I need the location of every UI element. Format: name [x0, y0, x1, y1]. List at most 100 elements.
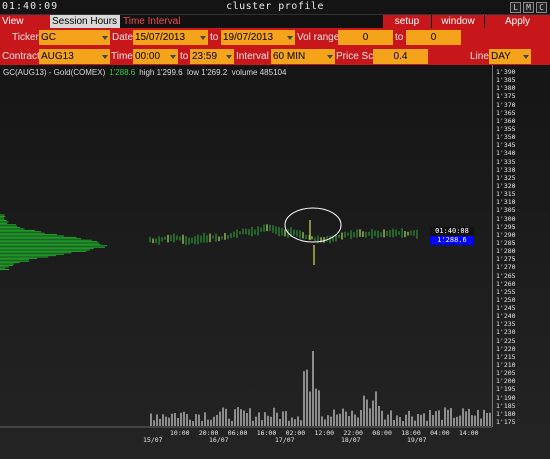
volume-bar — [423, 413, 425, 426]
line-select[interactable]: DAY — [489, 49, 531, 64]
price-tick: 1'225 — [496, 336, 516, 345]
volume-bar — [171, 413, 173, 426]
line-label: Line — [470, 51, 489, 62]
chart-area[interactable]: GC(AUG13) - Gold(COMEX) 1'288.6 high 1'299… — [0, 65, 550, 459]
volume-bar — [309, 391, 311, 426]
window-button-c[interactable]: C — [536, 2, 547, 13]
volume-bar — [459, 415, 461, 426]
price-tick: 1'310 — [496, 198, 516, 207]
price-tick: 1'305 — [496, 206, 516, 215]
volume-bar — [417, 414, 419, 426]
controls-row-2: Contract AUG13 Time 00:00 to 23:59 Inter… — [0, 47, 550, 66]
ticker-select[interactable]: GC — [39, 30, 110, 45]
volume-bar — [168, 417, 170, 426]
apply-button[interactable]: Apply — [485, 15, 550, 28]
volume-bar — [468, 408, 470, 426]
volume-bar — [444, 407, 446, 426]
price-tick: 1'325 — [496, 173, 516, 182]
date-to-select[interactable]: 19/07/2013 — [221, 30, 295, 45]
price-tick: 1'320 — [496, 181, 516, 190]
time-to-label: to — [180, 51, 189, 62]
price-tick: 1'265 — [496, 271, 516, 280]
ticker-value: GC — [41, 32, 56, 43]
price-tick: 1'195 — [496, 385, 516, 394]
time-from-select[interactable]: 00:00 — [133, 49, 178, 64]
vol-from-input[interactable]: 0 — [338, 30, 393, 45]
contract-select[interactable]: AUG13 — [39, 49, 110, 64]
time-tick: 12:00 — [314, 429, 335, 437]
volume-bar — [222, 407, 224, 426]
vol-to-input[interactable]: 0 — [406, 30, 461, 45]
volume-bar — [186, 414, 188, 426]
time-tick: 14:00 — [459, 429, 479, 437]
volume-bar — [228, 418, 230, 426]
price-tick: 1'290 — [496, 230, 516, 239]
volume-bar — [357, 417, 359, 426]
date-label: Date — [112, 32, 134, 43]
volume-bar — [213, 416, 215, 426]
setup-menu[interactable]: setup — [383, 15, 431, 28]
view-dom-menu[interactable]: View DOM — [0, 15, 50, 40]
chevron-down-icon — [226, 55, 232, 59]
price-tick: 1'350 — [496, 133, 516, 142]
volume-bar — [441, 419, 443, 426]
time-tick: 16:00 — [256, 429, 277, 437]
volume-bar — [201, 420, 203, 426]
tag-time: 01:40:08 — [430, 227, 474, 236]
volume-bar — [348, 415, 350, 426]
volume-bar — [207, 419, 209, 426]
volume-bar — [450, 407, 452, 426]
date-to-label: to — [210, 32, 219, 43]
volume-bar — [474, 415, 476, 426]
volume-bar — [483, 409, 485, 426]
price-tick: 1'240 — [496, 312, 516, 321]
volume-bar — [387, 414, 389, 426]
price-tick: 1'235 — [496, 320, 516, 329]
volume-profile — [0, 214, 108, 271]
volume-bar — [150, 413, 152, 426]
volume-bar — [219, 411, 221, 426]
volume-bar — [282, 411, 284, 426]
volume-bar — [318, 390, 320, 426]
volume-bar — [405, 414, 407, 426]
price-tick: 1'335 — [496, 157, 516, 166]
time-interval-menu[interactable]: Time Interval — [121, 15, 191, 28]
time-tick: 06:00 — [227, 429, 248, 437]
window-button-m[interactable]: M — [523, 2, 534, 13]
volume-bar — [255, 416, 257, 426]
date-from-select[interactable]: 15/07/2013 — [133, 30, 208, 45]
volume-bar — [240, 409, 242, 426]
volume-bar — [234, 409, 236, 426]
price-tick: 1'390 — [496, 68, 516, 76]
vol-to-label: to — [395, 32, 404, 43]
volume-bar — [351, 410, 353, 426]
controls-row-1: Ticker GC Date 15/07/2013 to 19/07/2013 … — [0, 28, 550, 47]
volume-bar — [183, 411, 185, 426]
volume-bar — [408, 410, 410, 426]
volume-bar — [363, 395, 365, 426]
price-tick: 1'295 — [496, 222, 516, 231]
price-scale-input[interactable]: 0.4 — [373, 49, 428, 64]
volume-bar — [462, 408, 464, 426]
price-tick: 1'275 — [496, 255, 516, 264]
volume-bar — [264, 412, 266, 426]
volume-bar — [411, 416, 413, 426]
window-button-l[interactable]: L — [510, 2, 521, 13]
volume-bar — [306, 369, 308, 426]
volume-bar — [381, 410, 383, 426]
volume-bar — [489, 412, 491, 426]
volume-bar — [402, 420, 404, 426]
volume-bar — [426, 420, 428, 426]
interval-select[interactable]: 60 MIN — [271, 49, 335, 64]
price-bars — [149, 220, 418, 265]
session-hours-menu[interactable]: Session Hours — [50, 15, 120, 28]
window-menu[interactable]: window — [432, 15, 484, 28]
price-tick: 1'230 — [496, 328, 516, 337]
price-tick: 1'375 — [496, 92, 516, 101]
volume-bar — [231, 420, 233, 426]
vol-range-label: Vol range — [297, 32, 340, 43]
volume-bar — [210, 419, 212, 426]
time-to-select[interactable]: 23:59 — [190, 49, 234, 64]
price-tick: 1'250 — [496, 295, 516, 304]
title-bar: 01:40:09 cluster profile L M C — [0, 0, 550, 15]
